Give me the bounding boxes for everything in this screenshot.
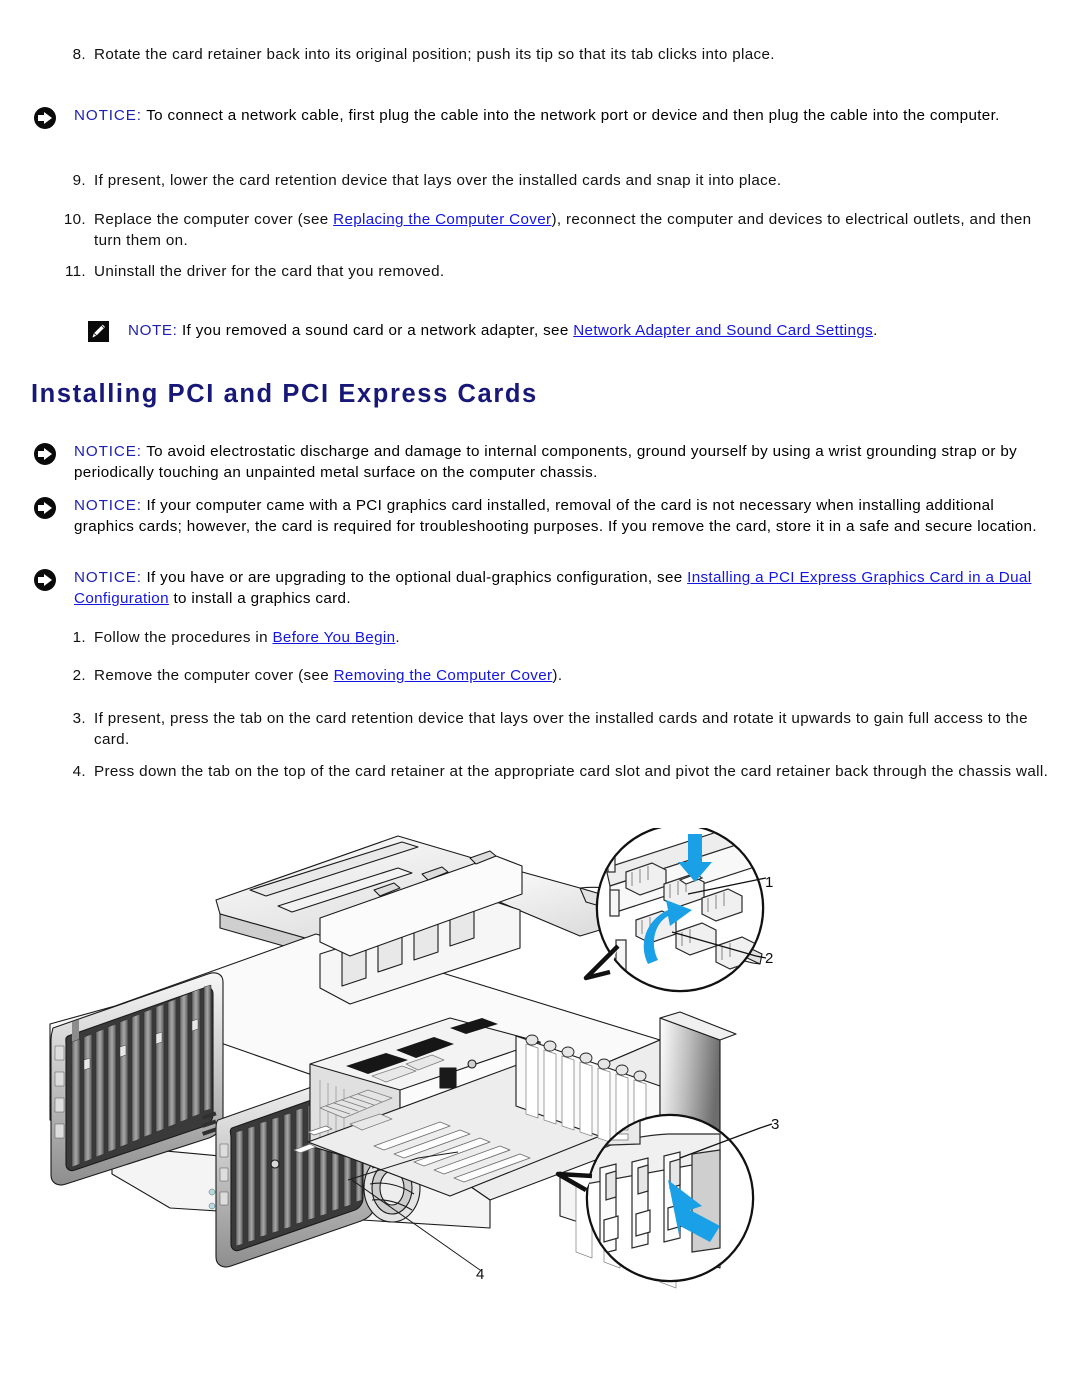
note-keyword: NOTE: — [128, 322, 178, 339]
list-item: 9. If present, lower the card retention … — [52, 170, 1032, 191]
list-item-text: Rotate the card retainer back into its o… — [94, 46, 775, 63]
notice-icon — [34, 497, 56, 519]
list-item-number: 9. — [72, 172, 86, 189]
link-before-you-begin[interactable]: Before You Begin — [272, 629, 395, 646]
link-replacing-the-computer-cover[interactable]: Replacing the Computer Cover — [333, 211, 551, 228]
document-page: 8. Rotate the card retainer back into it… — [0, 0, 1080, 1397]
list-item-number: 10. — [63, 211, 86, 228]
notice-text: NOTICE: To connect a network cable, firs… — [74, 105, 1034, 126]
list-item-number: 11. — [64, 263, 86, 280]
callout-label-4: 4 — [476, 1266, 485, 1283]
page-title: Installing PCI and PCI Express Cards — [31, 380, 538, 408]
text-after-link: ). — [552, 667, 563, 684]
list-item: 3. If present, press the tab on the card… — [52, 708, 1052, 750]
list-item: 10. Replace the computer cover (see Repl… — [42, 209, 1032, 251]
chassis-illustration-svg — [49, 828, 773, 1289]
notice-icon — [34, 443, 56, 465]
notice-before-link: If you have or are upgrading to the opti… — [141, 569, 688, 586]
notice-keyword: NOTICE: — [74, 569, 142, 586]
callout-label-1: 1 — [765, 874, 774, 891]
notice-icon — [34, 569, 56, 591]
notice-body: If your computer came with a PCI graphic… — [74, 497, 1037, 535]
link-removing-the-computer-cover[interactable]: Removing the Computer Cover — [334, 667, 553, 684]
list-item-text: Follow the procedures in Before You Begi… — [94, 627, 1032, 648]
list-item-number: 2. — [72, 667, 86, 684]
notice-block: NOTICE: If your computer came with a PCI… — [34, 495, 1044, 537]
note-pencil-icon — [88, 321, 109, 342]
list-item-text: Remove the computer cover (see Removing … — [94, 665, 1032, 686]
notice-body: To connect a network cable, first plug t… — [141, 107, 1000, 124]
link-network-adapter-and-sound-card-settings[interactable]: Network Adapter and Sound Card Settings — [573, 322, 873, 339]
notice-keyword: NOTICE: — [74, 107, 142, 124]
notice-block: NOTICE: To avoid electrostatic discharge… — [34, 441, 1034, 483]
notice-text: NOTICE: If your computer came with a PCI… — [74, 495, 1044, 537]
callout-detail-top — [583, 828, 765, 993]
text-before-link: Follow the procedures in — [94, 629, 273, 646]
text-after-link: . — [395, 629, 400, 646]
list-item-number: 4. — [72, 763, 86, 780]
list-item-text: If present, lower the card retention dev… — [94, 172, 782, 189]
notice-keyword: NOTICE: — [74, 497, 142, 514]
text-before-link: Remove the computer cover (see — [94, 667, 334, 684]
notice-text: NOTICE: To avoid electrostatic discharge… — [74, 441, 1034, 483]
notice-block: NOTICE: To connect a network cable, firs… — [34, 105, 1034, 129]
list-item-number: 3. — [72, 710, 86, 727]
list-item-text: If present, press the tab on the card re… — [94, 710, 1028, 748]
note-text: NOTE: If you removed a sound card or a n… — [128, 320, 1038, 341]
list-item: 11. Uninstall the driver for the card th… — [42, 261, 1032, 282]
list-item-number: 1. — [72, 629, 86, 646]
notice-body: To avoid electrostatic discharge and dam… — [74, 443, 1018, 481]
note-block: NOTE: If you removed a sound card or a n… — [88, 320, 1038, 342]
list-item: 1. Follow the procedures in Before You B… — [52, 627, 1032, 648]
text-before-link: Replace the computer cover (see — [94, 211, 334, 228]
note-after-link: . — [873, 322, 878, 339]
notice-after-link: to install a graphics card. — [168, 590, 351, 607]
notice-text: NOTICE: If you have or are upgrading to … — [74, 567, 1044, 609]
callout-label-2: 2 — [765, 950, 774, 967]
chassis-illustration: 1 2 3 4 — [20, 828, 840, 1298]
notice-keyword: NOTICE: — [74, 443, 142, 460]
note-before-link: If you removed a sound card or a network… — [177, 322, 574, 339]
list-item: 8. Rotate the card retainer back into it… — [52, 44, 1032, 65]
list-item-text: Press down the tab on the top of the car… — [94, 763, 1049, 780]
list-item-number: 8. — [72, 46, 86, 63]
list-item: 2. Remove the computer cover (see Removi… — [52, 665, 1032, 686]
list-item-text: Uninstall the driver for the card that y… — [94, 263, 445, 280]
notice-icon — [34, 107, 56, 129]
list-item-text: Replace the computer cover (see Replacin… — [94, 209, 1032, 251]
callout-label-3: 3 — [771, 1116, 780, 1133]
notice-block: NOTICE: If you have or are upgrading to … — [34, 567, 1044, 609]
list-item: 4. Press down the tab on the top of the … — [52, 761, 1062, 782]
